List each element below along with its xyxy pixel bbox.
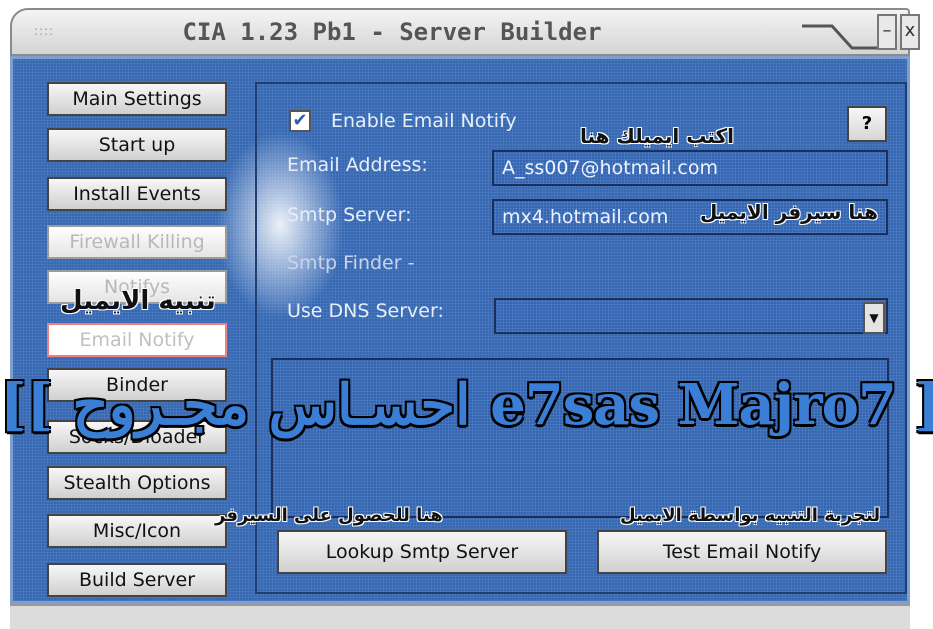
enable-email-notify-checkbox[interactable]: ✔	[289, 110, 311, 132]
minimize-button[interactable]: –	[877, 14, 897, 50]
server-builder-window: :::: CIA 1.23 Pb1 - Server Builder – x M…	[0, 0, 933, 629]
title-bar[interactable]: :::: CIA 1.23 Pb1 - Server Builder	[10, 8, 910, 56]
sidebar-item-misc-icon[interactable]: Misc/Icon	[47, 514, 227, 548]
sidebar-item-install-events[interactable]: Install Events	[47, 177, 227, 211]
watermark-banner: [[ احسـاس مجـروح e7sas Majro7 ]]	[0, 372, 933, 438]
overlay-write-email: اكتب ايميلك هنا	[580, 124, 735, 148]
email-address-label: Email Address:	[287, 154, 428, 176]
test-email-notify-button[interactable]: Test Email Notify	[597, 530, 887, 574]
overlay-email-notify: تنبيه الايميل	[60, 286, 216, 316]
chevron-down-icon[interactable]: ▼	[863, 302, 885, 334]
smtp-server-label: Smtp Server:	[287, 204, 412, 226]
dns-server-select[interactable]	[494, 298, 888, 334]
dns-server-label: Use DNS Server:	[287, 300, 444, 322]
sidebar-item-build-server[interactable]: Build Server	[47, 563, 227, 597]
close-button[interactable]: x	[900, 14, 920, 50]
sidebar-item-stealth-options[interactable]: Stealth Options	[47, 466, 227, 500]
title-notch-decoration	[802, 24, 882, 50]
overlay-email-server: هنا سيرفر الايميل	[700, 200, 878, 224]
window-title: CIA 1.23 Pb1 - Server Builder	[182, 18, 602, 46]
status-bar	[10, 604, 910, 629]
lookup-smtp-server-button[interactable]: Lookup Smtp Server	[277, 530, 567, 574]
smtp-finder-label: Smtp Finder -	[287, 252, 415, 274]
sidebar-item-email-notify[interactable]: Email Notify	[47, 323, 227, 357]
enable-email-notify-label: Enable Email Notify	[331, 110, 517, 132]
overlay-test-notify: لتجربة التنبيه بواسطة الايميل	[620, 505, 881, 526]
overlay-get-server: هنا للحصول على السيرفر	[215, 505, 443, 526]
sidebar-item-firewall-killing[interactable]: Firewall Killing	[47, 225, 227, 259]
email-address-field[interactable]: A_ss007@hotmail.com	[492, 150, 888, 186]
sidebar-item-start-up[interactable]: Start up	[47, 128, 227, 162]
help-button[interactable]: ?	[847, 106, 887, 142]
sidebar-item-main-settings[interactable]: Main Settings	[47, 82, 227, 116]
